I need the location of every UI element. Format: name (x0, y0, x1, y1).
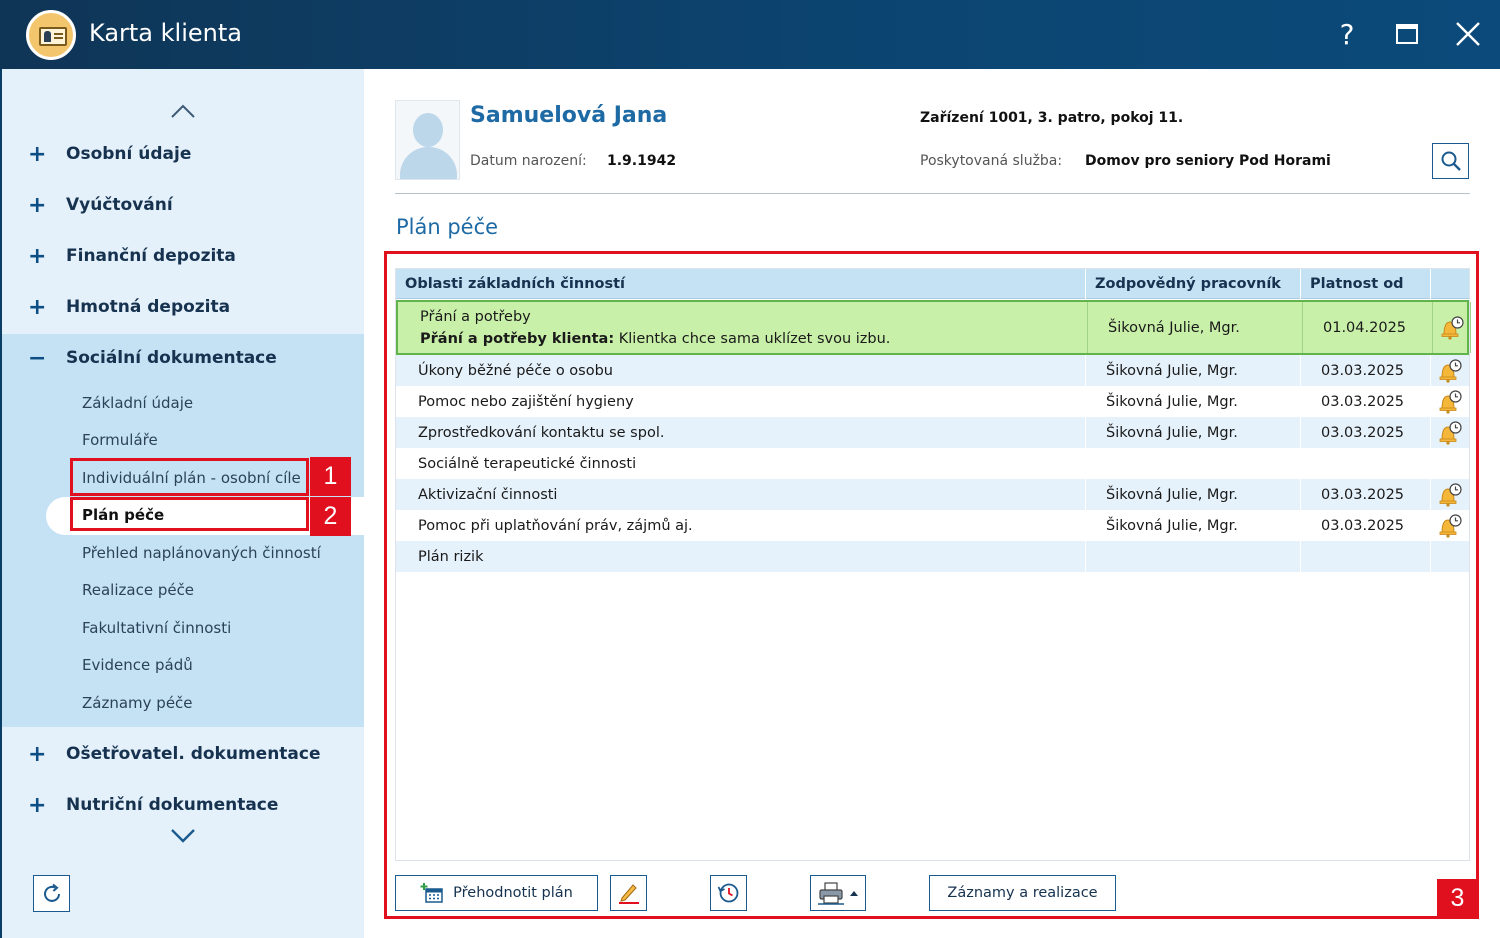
sidebar-subitem-zaznamy-pece[interactable]: Záznamy péče (82, 692, 193, 714)
annotation-box-1 (70, 458, 309, 496)
window-title: Karta klienta (89, 19, 242, 47)
sidebar-item-label: Sociální dokumentace (66, 348, 277, 368)
sidebar-item-vyuctovani[interactable]: + Vyúčtování (28, 190, 173, 220)
sidebar-item-label: Hmotná depozita (66, 297, 231, 317)
maximize-button[interactable] (1387, 14, 1427, 54)
client-avatar (395, 100, 460, 180)
sidebar-item-financni-depozita[interactable]: + Finanční depozita (28, 241, 236, 271)
annotation-number-1: 1 (310, 457, 351, 496)
sidebar-subitem-fakultativni-cinnosti[interactable]: Fakultativní činnosti (82, 617, 231, 639)
maximize-icon (1396, 24, 1418, 44)
annotation-number-3: 3 (1437, 879, 1478, 918)
search-icon (1441, 151, 1461, 171)
page-title: Plán péče (396, 215, 499, 239)
expand-icon: + (28, 192, 47, 218)
close-button[interactable] (1448, 14, 1488, 54)
expand-icon: + (28, 294, 47, 320)
client-card-icon (26, 10, 76, 60)
sidebar-item-label: Nutriční dokumentace (66, 795, 279, 815)
header-separator (395, 193, 1470, 194)
sidebar-item-label: Ošetřovatel. dokumentace (66, 744, 321, 764)
refresh-button[interactable] (33, 875, 70, 912)
sidebar-item-osetrovatel-dokumentace[interactable]: + Ošetřovatel. dokumentace (28, 739, 321, 769)
title-bar: Karta klienta ? (0, 0, 1500, 69)
expand-icon: + (28, 243, 47, 269)
client-location: Zařízení 1001, 3. patro, pokoj 11. (920, 110, 1184, 126)
sidebar-item-nutricni-dokumentace[interactable]: + Nutriční dokumentace (28, 790, 278, 820)
scroll-up-button[interactable] (171, 103, 195, 122)
dob-value: 1.9.1942 (607, 153, 677, 169)
client-name: Samuelová Jana (470, 103, 668, 128)
sidebar-subitem-zakladni-udaje[interactable]: Základní údaje (82, 392, 193, 414)
service-value: Domov pro seniory Pod Horami (1085, 153, 1331, 169)
sidebar-subitem-evidence-padu[interactable]: Evidence pádů (82, 654, 193, 676)
refresh-icon (43, 883, 60, 902)
sidebar-item-socialni-dokumentace[interactable]: − Sociální dokumentace (28, 343, 277, 373)
help-button[interactable]: ? (1327, 14, 1367, 54)
expand-icon: + (28, 741, 47, 767)
collapse-icon: − (28, 345, 47, 371)
chevron-down-icon (171, 829, 195, 843)
dob-label: Datum narození: (470, 153, 587, 169)
annotation-number-2: 2 (310, 497, 351, 536)
sidebar-subitem-formulare[interactable]: Formuláře (82, 429, 158, 451)
sidebar-item-hmotna-depozita[interactable]: + Hmotná depozita (28, 292, 230, 322)
expand-icon: + (28, 792, 47, 818)
expand-icon: + (28, 141, 47, 167)
annotation-box-2 (70, 497, 309, 531)
scroll-down-button[interactable] (171, 828, 195, 847)
sidebar-subitem-realizace-pece[interactable]: Realizace péče (82, 579, 194, 601)
annotation-box-3 (384, 251, 1479, 919)
sidebar-item-osobni-udaje[interactable]: + Osobní údaje (28, 139, 191, 169)
chevron-up-icon (171, 104, 195, 118)
close-icon (1456, 22, 1480, 46)
sidebar-item-label: Osobní údaje (66, 144, 192, 164)
sidebar-item-label: Vyúčtování (66, 195, 173, 215)
search-button[interactable] (1432, 143, 1469, 179)
sidebar-item-label: Finanční depozita (66, 246, 236, 266)
service-label: Poskytovaná služba: (920, 153, 1063, 169)
sidebar-subitem-prehled-cinnosti[interactable]: Přehled naplánovaných činností (82, 542, 321, 564)
